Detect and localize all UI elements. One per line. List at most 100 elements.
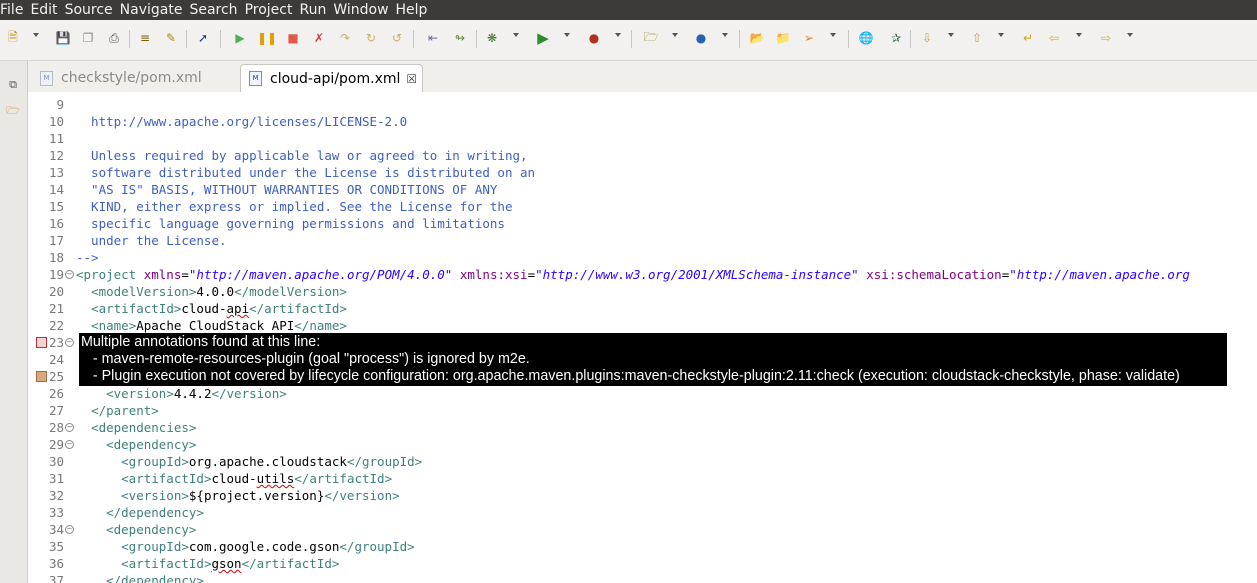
code-line[interactable]: 17 under the License. [28,232,1257,249]
code-line[interactable]: 33 </dependency> [28,504,1257,521]
save-all-icon[interactable]: ❐ [79,29,97,47]
search-dropdown-icon[interactable] [830,33,836,37]
step-into-icon[interactable]: ↷ [336,29,354,47]
new-java-project-icon[interactable]: 🗁 [642,29,660,47]
code-line[interactable]: 28− <dependencies> [28,419,1257,436]
next-annotation-dropdown-icon[interactable] [948,33,954,37]
skip-breakpoints-icon[interactable]: ➚ [194,29,212,47]
forward-icon[interactable]: ⇨ [1097,29,1115,47]
back-dropdown-icon[interactable] [1076,33,1082,37]
fold-toggle-icon[interactable]: − [65,338,74,347]
resume-icon[interactable]: ▶ [231,29,249,47]
mark-occurrences-icon[interactable]: ✎ [162,29,180,47]
open-task-icon[interactable]: 📁 [774,29,792,47]
line-number: 26 [48,386,64,401]
save-icon[interactable]: 💾 [54,29,72,47]
code-line[interactable]: 27 </parent> [28,402,1257,419]
code-line[interactable]: 15 KIND, either express or implied. See … [28,198,1257,215]
new-icon[interactable]: 🗎 [4,29,22,47]
code-line[interactable]: 37 </dependency> [28,572,1257,583]
tab-checkstyle-pom[interactable]: M checkstyle/pom.xml [34,64,212,92]
code-line[interactable]: 12 Unless required by applicable law or … [28,147,1257,164]
tab-cloud-api-pom[interactable]: M cloud-api/pom.xml ☒ [240,64,423,92]
code-line[interactable]: 10 http://www.apache.org/licenses/LICENS… [28,113,1257,130]
forward-dropdown-icon[interactable] [1127,33,1133,37]
code-line[interactable]: 20 <modelVersion>4.0.0</modelVersion> [28,283,1257,300]
menu-window[interactable]: Window [333,0,388,20]
menu-edit[interactable]: Edit [30,0,57,20]
back-icon[interactable]: ⇦ [1045,29,1063,47]
code-line[interactable]: 34− <dependency> [28,521,1257,538]
debug-icon[interactable]: ❋ [483,29,501,47]
code-line[interactable]: 26 <version>4.4.2</version> [28,385,1257,402]
run-dropdown-icon[interactable] [564,33,570,37]
open-type-icon[interactable]: 📂 [748,29,766,47]
print-icon[interactable]: ⎙ [105,29,123,47]
close-icon[interactable]: ☒ [406,72,417,86]
code-line[interactable]: 16 specific language governing permissio… [28,215,1257,232]
step-return-icon[interactable]: ↺ [388,29,406,47]
use-step-filters-icon[interactable]: ↬ [451,29,469,47]
fold-toggle-icon[interactable]: − [65,440,74,449]
code-line[interactable]: 11 [28,130,1257,147]
search-icon[interactable]: ➢ [800,29,818,47]
previous-annotation-dropdown-icon[interactable] [998,33,1004,37]
run-last-tool-icon[interactable]: ● [585,29,603,47]
tooltip-title: Multiple annotations found at this line: [81,334,321,350]
code-line[interactable]: 36 <artifactId>gson</artifactId> [28,555,1257,572]
menu-help[interactable]: Help [396,0,428,20]
menu-navigate[interactable]: Navigate [120,0,183,20]
code-line[interactable]: 18 --> [28,249,1257,266]
line-number: 10 [48,114,64,129]
restore-icon[interactable]: ⧉ [4,76,22,94]
code-line[interactable]: 19− <project xmlns="http://maven.apache.o… [28,266,1257,283]
code-line[interactable]: 29− <dependency> [28,436,1257,453]
open-perspective-icon[interactable]: ✰ [887,29,905,47]
menu-search[interactable]: Search [189,0,237,20]
fold-toggle-icon[interactable]: − [65,270,74,279]
run-last-tool-dropdown-icon[interactable] [615,33,621,37]
code-line[interactable]: 32 <version>${project.version}</version> [28,487,1257,504]
menu-run[interactable]: Run [299,0,326,20]
line-code: <project xmlns="http://maven.apache.org/… [76,266,1190,283]
next-annotation-icon[interactable]: ⇩ [918,29,936,47]
new-class-dropdown-icon[interactable] [722,33,728,37]
terminate-icon[interactable]: ■ [284,29,302,47]
new-java-project-dropdown-icon[interactable] [672,33,678,37]
code-token: <modelVersion> [91,284,197,299]
menu-source[interactable]: Source [65,0,113,20]
run-icon[interactable]: ▶ [534,29,552,47]
menu-project[interactable]: Project [245,0,293,20]
drop-to-frame-icon[interactable]: ⇤ [424,29,442,47]
code-line[interactable]: 22 <name>Apache CloudStack API</name> [28,317,1257,334]
line-number: 18 [48,250,64,265]
debug-dropdown-icon[interactable] [513,33,519,37]
package-explorer-icon[interactable]: 🗁 [4,102,22,120]
last-edit-icon[interactable]: ↵ [1019,29,1037,47]
code-token: "http://www.w3.org/2001/XMLSchema-instan… [535,267,859,282]
code-token: </artifactId> [241,556,340,571]
code-line[interactable]: 21 <artifactId>cloud-api</artifactId> [28,300,1257,317]
toolbar-separator [848,30,849,48]
fold-toggle-icon[interactable]: − [65,525,74,534]
fold-toggle-icon[interactable]: − [65,423,74,432]
code-line[interactable]: 30 <groupId>org.apache.cloudstack</group… [28,453,1257,470]
suspend-icon[interactable]: ❚❚ [257,29,277,47]
tab-label: cloud-api/pom.xml [270,70,401,87]
code-line[interactable]: 13 software distributed under the Licens… [28,164,1257,181]
new-class-icon[interactable]: ● [692,29,710,47]
toggle-breadcrumb-icon[interactable]: ≡ [136,29,154,47]
previous-annotation-icon[interactable]: ⇧ [968,29,986,47]
code-token: </artifactId> [249,301,347,316]
code-line[interactable]: 31 <artifactId>cloud-utils</artifactId> [28,470,1257,487]
code-line[interactable]: 14 "AS IS" BASIS, WITHOUT WARRANTIES OR … [28,181,1257,198]
code-line[interactable]: 35 <groupId>com.google.code.gson</groupI… [28,538,1257,555]
code-token: Apache CloudStack API [136,318,295,333]
globe-icon[interactable]: 🌐 [857,29,875,47]
code-line[interactable]: 9 [28,96,1257,113]
disconnect-icon[interactable]: ✗ [310,29,328,47]
line-number: 36 [48,556,64,571]
step-over-icon[interactable]: ↻ [362,29,380,47]
menu-file[interactable]: File [0,0,23,20]
new-dropdown-icon[interactable] [33,33,39,37]
